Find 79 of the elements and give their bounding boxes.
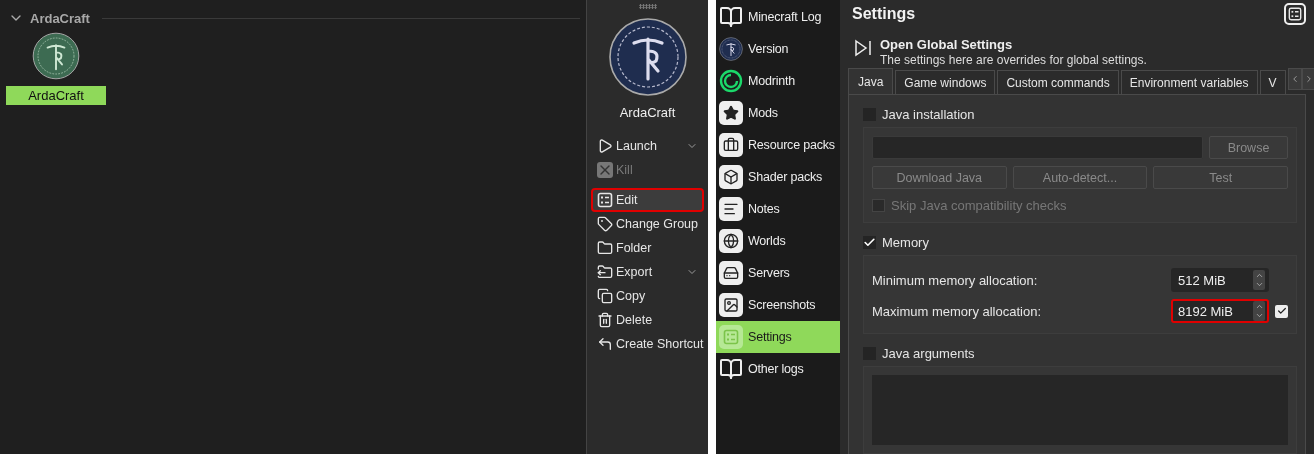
book-icon: [719, 5, 743, 29]
return-arrow-icon: [597, 336, 613, 352]
action-button[interactable]: Export: [591, 260, 704, 284]
folder-export-icon: [597, 264, 613, 280]
checkbox-label: Java installation: [882, 106, 975, 122]
nav-item[interactable]: Notes: [716, 193, 840, 225]
nav-label: Resource packs: [748, 138, 835, 152]
nav-label: Worlds: [748, 234, 786, 248]
image-icon: [719, 293, 743, 317]
nav-label: Screenshots: [748, 298, 816, 312]
nav-item[interactable]: Shader packs: [716, 161, 840, 193]
nav-item[interactable]: Screenshots: [716, 289, 840, 321]
action-button[interactable]: Launch: [591, 134, 704, 158]
nav-label: Shader packs: [748, 170, 823, 184]
memory-label: Maximum memory allocation:: [872, 303, 1043, 319]
memory-spinbox[interactable]: 512 MiB: [1171, 268, 1269, 292]
nav-item[interactable]: Servers: [716, 257, 840, 289]
global-settings-description: The settings here are overrides for global settings.: [880, 52, 1147, 67]
action-button[interactable]: Change Group: [591, 212, 704, 236]
nav-item[interactable]: Resource packs: [716, 129, 840, 161]
trash-icon: [597, 312, 613, 328]
close-icon: [597, 162, 613, 178]
spin-arrows-icon[interactable]: [1253, 301, 1265, 321]
nav-label: Modrinth: [748, 74, 796, 88]
instance-label[interactable]: ArdaCraft: [6, 86, 106, 105]
instance-name: ArdaCraft: [619, 105, 676, 120]
scroll-left-button[interactable]: [1287, 68, 1302, 90]
spin-arrows-icon[interactable]: [1253, 270, 1265, 290]
action-button[interactable]: Copy: [591, 284, 704, 308]
action-button[interactable]: Folder: [591, 236, 704, 260]
tab[interactable]: V: [1259, 70, 1286, 94]
nav-item[interactable]: Minecraft Log: [716, 1, 840, 33]
page-title: Settings: [852, 5, 916, 24]
nav-item[interactable]: Settings: [716, 321, 840, 353]
nav-item[interactable]: Modrinth: [716, 65, 840, 97]
notes-icon: [719, 197, 743, 221]
group-title: ArdaCraft: [30, 10, 90, 26]
nav-label: Version: [748, 42, 789, 56]
play-icon: [597, 138, 613, 154]
copy-icon: [597, 288, 613, 304]
book-icon: [719, 357, 743, 381]
drive-icon: [719, 261, 743, 285]
nav-item[interactable]: Worlds: [716, 225, 840, 257]
nav-item[interactable]: Version: [716, 33, 840, 65]
tab[interactable]: Environment variables: [1120, 70, 1258, 94]
globe-icon: [719, 229, 743, 253]
global-settings-link[interactable]: Open Global Settings: [880, 36, 1147, 52]
list-icon: [597, 192, 613, 208]
checkbox-label: Memory: [882, 234, 929, 250]
tag-icon: [597, 216, 613, 232]
emblem-icon: [719, 37, 743, 61]
drag-handle[interactable]: [638, 4, 657, 9]
list-icon: [719, 325, 743, 349]
play-bar-icon[interactable]: [854, 38, 872, 57]
nav-item[interactable]: Other logs: [716, 353, 840, 385]
tab[interactable]: Game windows: [895, 70, 996, 94]
ring-icon: [719, 69, 743, 93]
briefcase-icon: [719, 133, 743, 157]
nav-label: Settings: [748, 330, 792, 344]
instance-icon: [32, 32, 80, 80]
tab[interactable]: Custom commands: [997, 70, 1119, 94]
cube-icon: [719, 165, 743, 189]
memory-label: Minimum memory allocation:: [872, 272, 1039, 288]
memory-spinbox[interactable]: 8192 MiB: [1171, 299, 1269, 323]
nav-label: Other logs: [748, 362, 804, 376]
tab[interactable]: Java: [848, 68, 894, 94]
checkbox-label: Skip Java compatibility checks: [891, 197, 1067, 213]
checkbox[interactable]: [863, 235, 876, 249]
action-button[interactable]: Edit: [591, 188, 704, 212]
nav-label: Minecraft Log: [748, 10, 822, 24]
checkbox-label: Java arguments: [882, 345, 975, 361]
nav-label: Notes: [748, 202, 780, 216]
nav-label: Mods: [748, 106, 778, 120]
action-button[interactable]: Create Shortcut: [591, 332, 704, 356]
folder-icon: [597, 240, 613, 256]
action-button[interactable]: Delete: [591, 308, 704, 332]
nav-label: Servers: [748, 266, 790, 280]
nav-item[interactable]: Mods: [716, 97, 840, 129]
list-icon: [1284, 3, 1306, 26]
